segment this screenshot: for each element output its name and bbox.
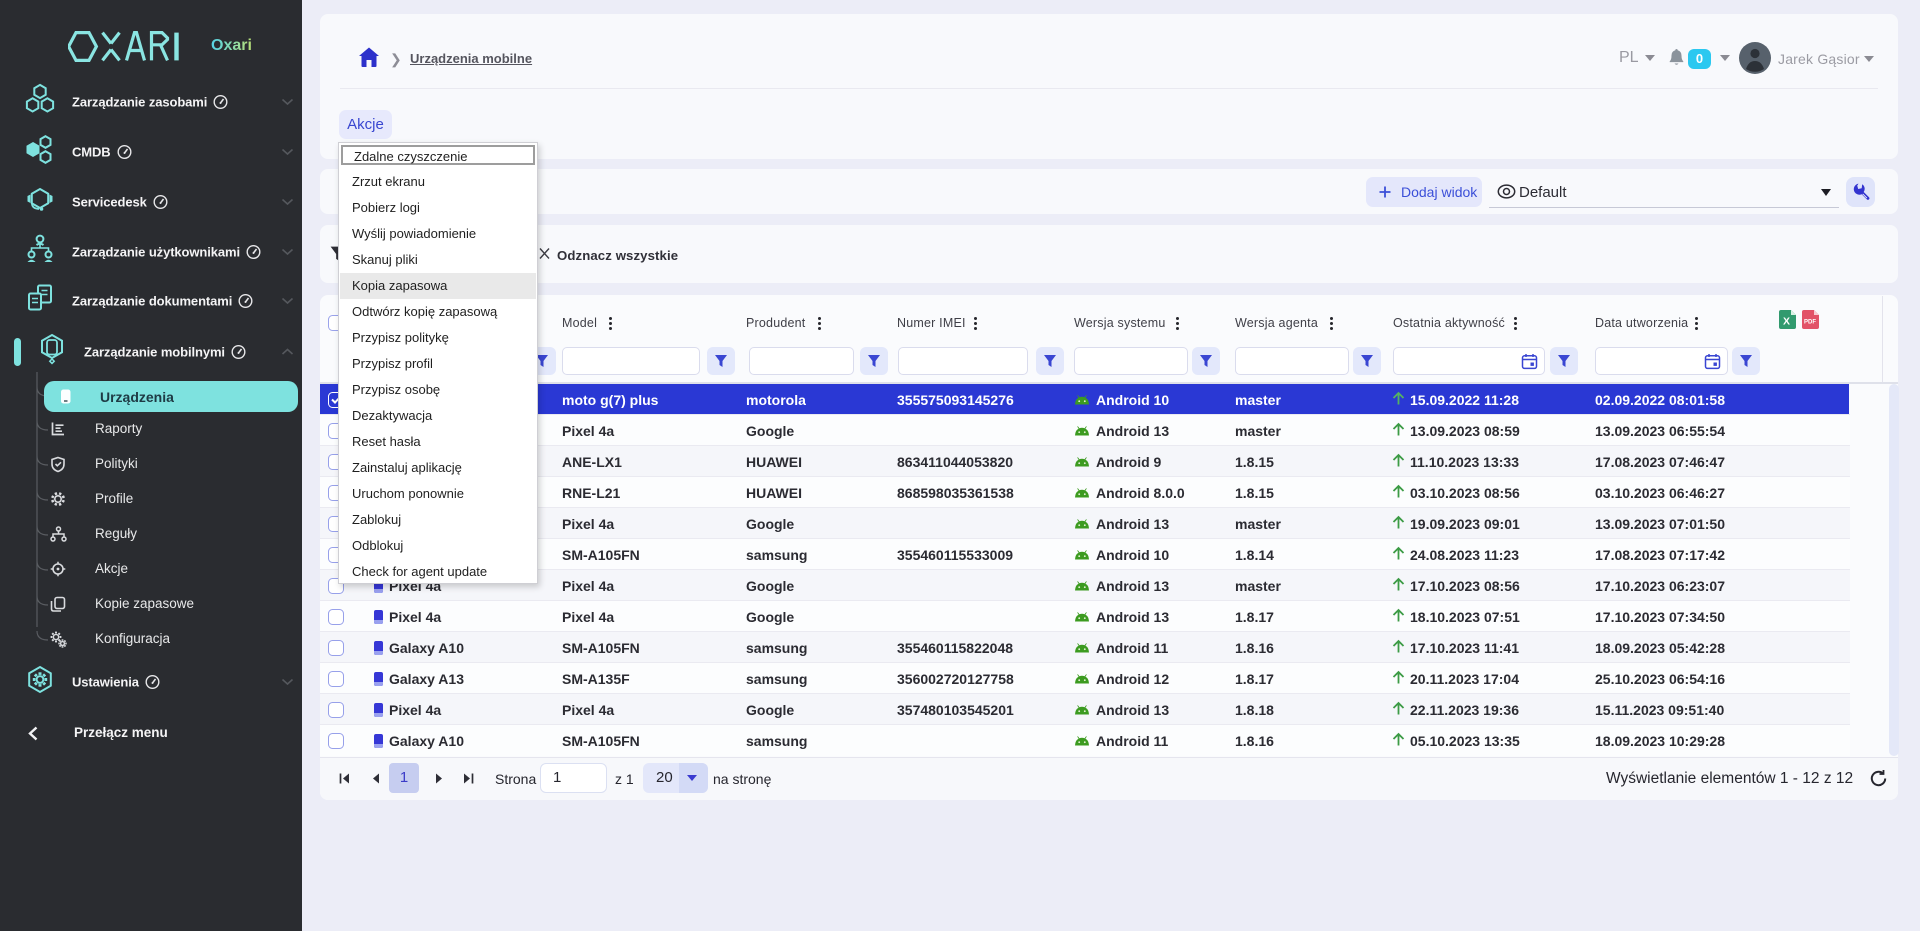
svg-text:X: X [1783,316,1790,328]
svg-text:PDF: PDF [1804,320,1816,326]
